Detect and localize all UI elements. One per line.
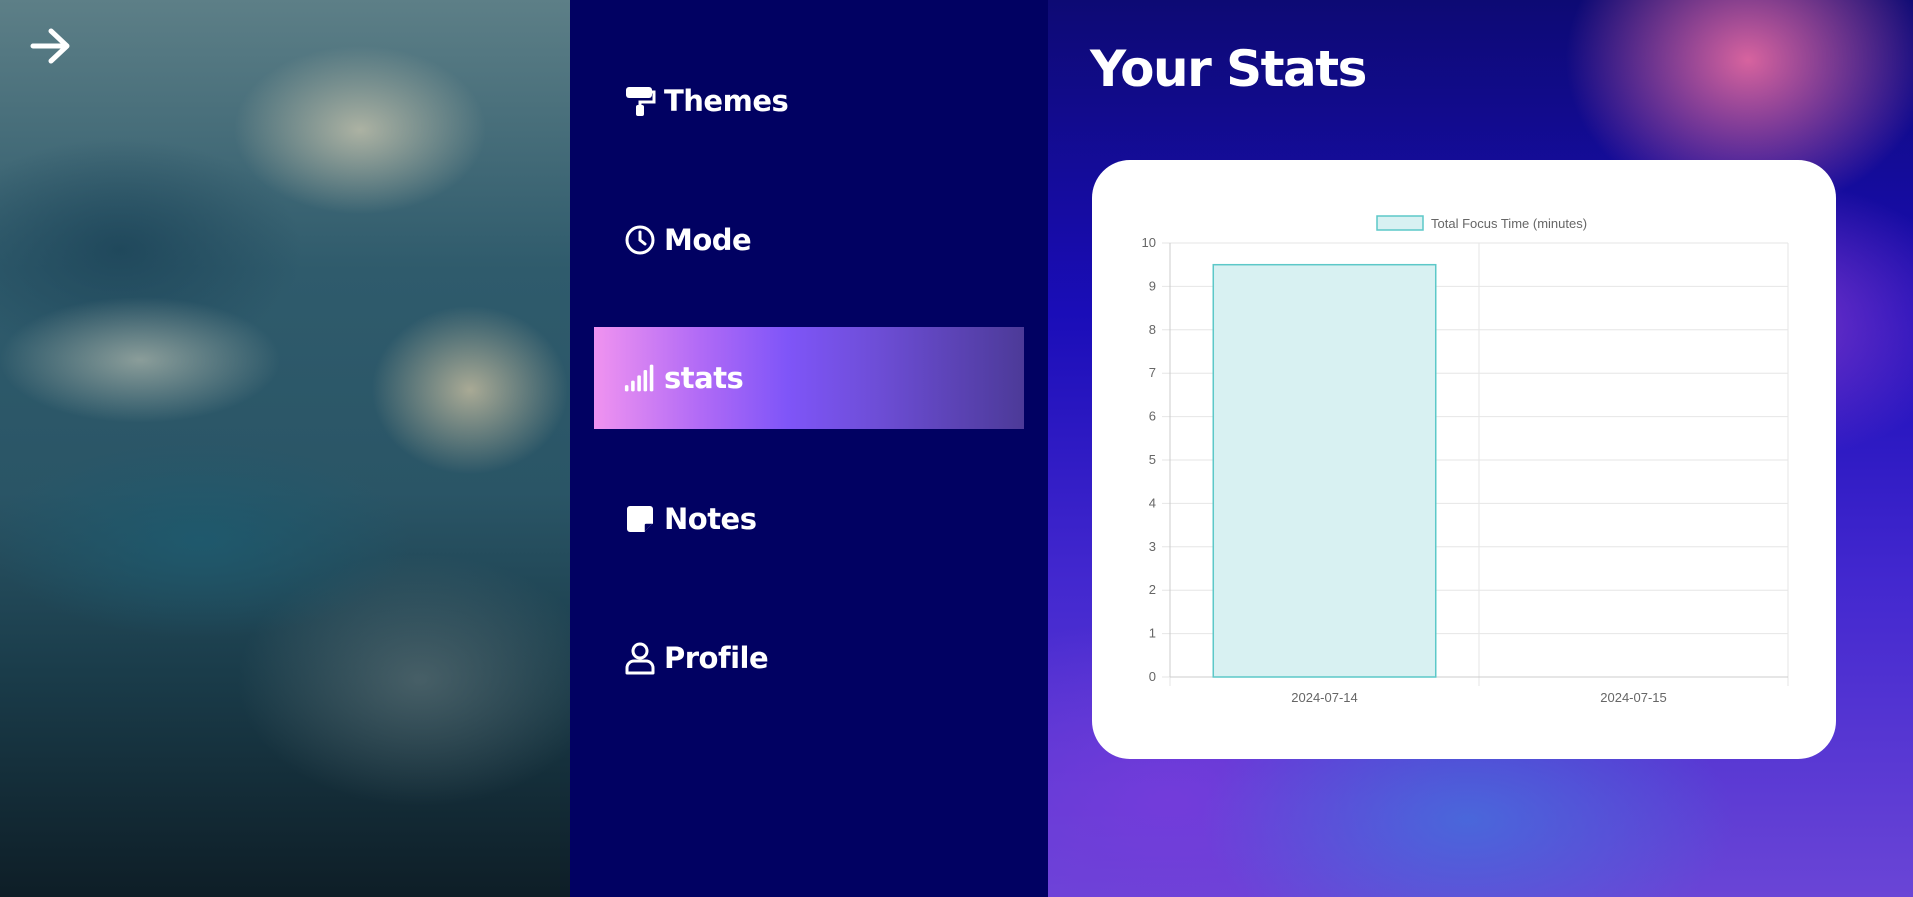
chart-card: 0 1 2 3 4 5 6 7 8 9 10 2024-07-14 2024-07-15 Total Fo… (1092, 160, 1836, 759)
focus-time-chart: 0 1 2 3 4 5 6 7 8 9 10 2024-07-14 2024-07-15 Total Fo… (1142, 215, 1789, 705)
stats-panel: Your Stats 0 1 2 3 4 5 6 7 8 9 10 2024-07-14 2024-07… (1048, 0, 1913, 897)
sidebar-menu: Themes Mode stats Notes Profile (570, 0, 1048, 897)
y-tick-label: 1 (1149, 626, 1156, 641)
y-tick-label: 2 (1149, 582, 1156, 597)
y-tick-label: 3 (1149, 539, 1156, 554)
y-tick-label: 5 (1149, 452, 1156, 467)
sidebar-item-label: Notes (664, 502, 757, 536)
y-tick-label: 7 (1149, 365, 1156, 380)
sidebar-item-label: Profile (664, 641, 769, 675)
clock-icon (624, 224, 656, 256)
arrow-right-icon[interactable] (28, 26, 74, 66)
legend-swatch (1376, 215, 1424, 231)
sidebar-item-label: Mode (664, 223, 752, 257)
sidebar-item-stats[interactable]: stats (594, 327, 1024, 429)
sidebar-item-profile[interactable]: Profile (594, 607, 1024, 709)
sidebar-item-notes[interactable]: Notes (594, 468, 1024, 570)
paint-roller-icon (624, 85, 656, 117)
sidebar-item-themes[interactable]: Themes (594, 50, 1024, 152)
sidebar-item-label: stats (664, 361, 744, 395)
y-tick-label: 6 (1149, 409, 1156, 424)
signal-bars-icon (624, 362, 656, 394)
sidebar-item-label: Themes (664, 84, 789, 118)
y-tick-label: 10 (1142, 235, 1156, 250)
background-image (0, 0, 570, 897)
user-icon (624, 642, 656, 675)
y-tick-label: 9 (1149, 278, 1156, 293)
page-title: Your Stats (1090, 40, 1367, 98)
legend-label: Total Focus Time (minutes) (1431, 216, 1587, 231)
y-tick-label: 0 (1149, 669, 1156, 684)
y-tick-label: 8 (1149, 322, 1156, 337)
bar (1212, 263, 1437, 678)
x-tick-label: 2024-07-14 (1291, 690, 1358, 705)
sticky-note-icon (624, 503, 656, 535)
y-tick-label: 4 (1149, 495, 1156, 510)
x-tick-label: 2024-07-15 (1600, 690, 1667, 705)
sidebar-item-mode[interactable]: Mode (594, 189, 1024, 291)
